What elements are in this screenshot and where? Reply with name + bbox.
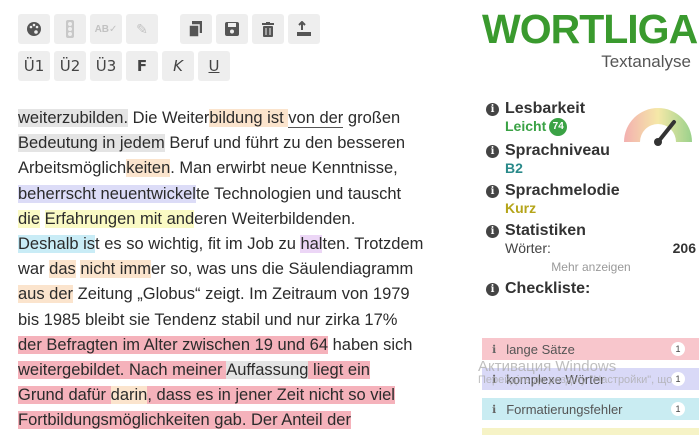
sprachmelodie-label: Sprachmelodie xyxy=(505,182,620,200)
trash-icon[interactable] xyxy=(252,14,284,44)
info-small-icon: ℹ xyxy=(492,403,497,416)
stat-words-label: Wörter: xyxy=(505,240,551,257)
text-editor[interactable]: weiterzubilden. Die Weiterbildung ist vo… xyxy=(18,106,450,435)
editor-line[interactable]: weitergebildet. Nach meiner Auffassung l… xyxy=(18,358,450,383)
section-checkliste: i Checkliste: xyxy=(486,280,696,298)
editor-line[interactable]: Fortbildungsmöglichkeiten gab. Der Antei… xyxy=(18,408,450,433)
checklist-item-partial[interactable] xyxy=(482,428,699,435)
pencil-icon[interactable]: ✎ xyxy=(126,14,158,44)
toolbar-row-format: Ü1 Ü2 Ü3 F K U xyxy=(18,51,448,81)
lesbarkeit-label: Lesbarkeit xyxy=(505,100,586,117)
brand-header: WORTLIGA Textanalyse xyxy=(482,4,699,72)
editor-line[interactable]: Deshalb ist es so wichtig, fit im Job zu… xyxy=(18,232,450,257)
info-icon[interactable]: i xyxy=(486,224,499,238)
checklist-label: lange Sätze xyxy=(506,341,575,357)
checkliste-label: Checkliste: xyxy=(505,280,591,298)
lesbarkeit-score-badge: 74 xyxy=(549,118,568,137)
editor-line[interactable]: aus der Zeitung „Globus“ zeigt. Im Zeitr… xyxy=(18,282,450,307)
show-more-link[interactable]: Mehr anzeigen xyxy=(486,260,696,274)
analysis-panel: i Lesbarkeit Leicht 74 i Sprachniveau B2 iS… xyxy=(486,100,696,304)
spellcheck-icon[interactable]: AB✓ xyxy=(90,14,122,44)
heading1-button[interactable]: Ü1 xyxy=(18,51,50,81)
section-sprachmelodie: i Sprachmelodie Kurz xyxy=(486,182,696,216)
brand-logo: WORTLIGA xyxy=(482,6,698,52)
sprachniveau-label: Sprachniveau xyxy=(505,142,610,160)
checklist-count: 1 xyxy=(671,402,685,416)
traffic-light-icon[interactable] xyxy=(54,14,86,44)
watermark-line1: Активация Windows xyxy=(478,358,617,375)
toolbar-row-tools: AB✓ ✎ xyxy=(18,14,448,44)
windows-activation-watermark: Активация Windows Перейдіть до розділу "… xyxy=(478,358,699,386)
checklist-item-formatting-errors[interactable]: ℹ Formatierungsfehler 1 xyxy=(482,398,699,420)
editor-line[interactable]: die Erfahrungen mit anderen Weiterbilden… xyxy=(18,207,450,232)
editor-line[interactable]: bis 1985 bleibt sie Tendenz stabil und n… xyxy=(18,308,450,333)
italic-button[interactable]: K xyxy=(162,51,194,81)
checklist-item-long-sentences[interactable]: ℹ lange Sätze 1 xyxy=(482,338,699,360)
editor-line[interactable]: der Befragten im Alter zwischen 19 und 6… xyxy=(18,333,450,358)
brand-subtitle: Textanalyse xyxy=(601,52,691,71)
editor-toolbar: AB✓ ✎ Ü1 Ü2 Ü3 F K U xyxy=(18,14,448,88)
upload-icon[interactable] xyxy=(288,14,320,44)
editor-line[interactable]: weiterzubilden. Die Weiterbildung ist vo… xyxy=(18,106,450,131)
save-icon[interactable] xyxy=(216,14,248,44)
info-icon[interactable]: i xyxy=(486,144,499,158)
editor-line[interactable]: war das nicht immer so, was uns die Säul… xyxy=(18,257,450,282)
copy-icon[interactable] xyxy=(180,14,212,44)
statistiken-label: Statistiken xyxy=(505,222,586,240)
underline-button[interactable]: U xyxy=(198,51,230,81)
watermark-line2: Перейдіть до розділу "Настройки", що xyxy=(478,374,673,386)
editor-line[interactable]: Bedeutung in jedem Beruf und führt zu de… xyxy=(18,131,450,156)
info-icon[interactable]: i xyxy=(486,282,499,296)
lesbarkeit-value: Leicht xyxy=(505,118,547,134)
section-statistiken: i Statistiken Wörter: 206 Mehr anzeigen xyxy=(486,222,696,274)
bold-button[interactable]: F xyxy=(126,51,158,81)
editor-line[interactable]: Arbeitsmöglichkeiten. Man erwirbt neue K… xyxy=(18,156,450,181)
stat-words-value: 206 xyxy=(672,240,696,257)
editor-line[interactable]: Grund dafür darin, dass es in jener Zeit… xyxy=(18,383,450,408)
section-lesbarkeit: i Lesbarkeit Leicht 74 xyxy=(486,100,696,137)
info-small-icon: ℹ xyxy=(492,343,497,356)
info-icon[interactable]: i xyxy=(486,184,499,198)
checklist-label: Formatierungsfehler xyxy=(506,401,623,417)
checklist-count: 1 xyxy=(671,342,685,356)
sprachmelodie-value: Kurz xyxy=(505,200,537,217)
editor-line[interactable]: beherrscht neuentwickelte Technologien u… xyxy=(18,182,450,207)
heading2-button[interactable]: Ü2 xyxy=(54,51,86,81)
info-icon[interactable]: i xyxy=(486,102,499,116)
heading3-button[interactable]: Ü3 xyxy=(90,51,122,81)
palette-icon[interactable] xyxy=(18,14,50,44)
sprachniveau-value: B2 xyxy=(505,160,523,177)
section-sprachniveau: i Sprachniveau B2 xyxy=(486,142,696,176)
